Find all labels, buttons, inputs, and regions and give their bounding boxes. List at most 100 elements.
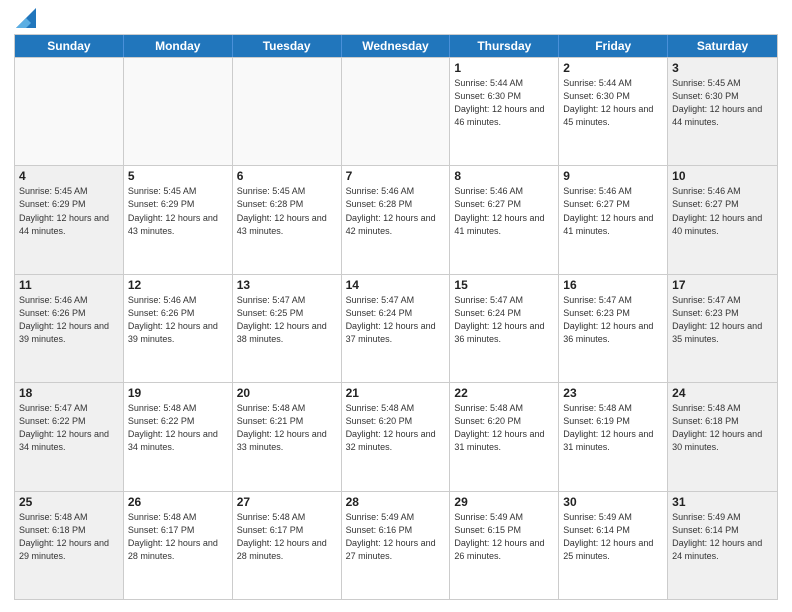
- day-number: 15: [454, 278, 554, 292]
- calendar-day-cell: 6 Sunrise: 5:45 AM Sunset: 6:28 PM Daylig…: [233, 166, 342, 273]
- calendar-day-cell: 4 Sunrise: 5:45 AM Sunset: 6:29 PM Daylig…: [15, 166, 124, 273]
- calendar-day-cell: 10 Sunrise: 5:46 AM Sunset: 6:27 PM Dayli…: [668, 166, 777, 273]
- day-number: 14: [346, 278, 446, 292]
- day-number: 1: [454, 61, 554, 75]
- day-of-week-thursday: Thursday: [450, 35, 559, 57]
- day-number: 24: [672, 386, 773, 400]
- day-number: 17: [672, 278, 773, 292]
- calendar-day-cell: 1Sunrise: 5:44 AM Sunset: 6:30 PM Daylig…: [450, 58, 559, 165]
- calendar-week-4: 18 Sunrise: 5:47 AM Sunset: 6:22 PM Dayli…: [15, 382, 777, 490]
- calendar-day-cell: [124, 58, 233, 165]
- day-number: 16: [563, 278, 663, 292]
- calendar-day-cell: 7 Sunrise: 5:46 AM Sunset: 6:28 PM Daylig…: [342, 166, 451, 273]
- day-info: Sunrise: 5:45 AM Sunset: 6:30 PM Dayligh…: [672, 77, 773, 129]
- calendar-week-1: 1Sunrise: 5:44 AM Sunset: 6:30 PM Daylig…: [15, 57, 777, 165]
- day-info: Sunrise: 5:47 AM Sunset: 6:23 PM Dayligh…: [672, 294, 773, 346]
- calendar-week-5: 25 Sunrise: 5:48 AM Sunset: 6:18 PM Dayli…: [15, 491, 777, 599]
- calendar-day-cell: 2Sunrise: 5:44 AM Sunset: 6:30 PM Daylig…: [559, 58, 668, 165]
- calendar-day-cell: 8Sunrise: 5:46 AM Sunset: 6:27 PM Daylig…: [450, 166, 559, 273]
- day-of-week-wednesday: Wednesday: [342, 35, 451, 57]
- calendar-day-cell: 16 Sunrise: 5:47 AM Sunset: 6:23 PM Dayli…: [559, 275, 668, 382]
- day-info: Sunrise: 5:47 AM Sunset: 6:23 PM Dayligh…: [563, 294, 663, 346]
- day-info: Sunrise: 5:45 AM Sunset: 6:29 PM Dayligh…: [19, 185, 119, 237]
- calendar-day-cell: 29 Sunrise: 5:49 AM Sunset: 6:15 PM Dayli…: [450, 492, 559, 599]
- calendar-day-cell: 19 Sunrise: 5:48 AM Sunset: 6:22 PM Dayli…: [124, 383, 233, 490]
- calendar-day-cell: 9 Sunrise: 5:46 AM Sunset: 6:27 PM Daylig…: [559, 166, 668, 273]
- day-info: Sunrise: 5:45 AM Sunset: 6:28 PM Dayligh…: [237, 185, 337, 237]
- day-number: 11: [19, 278, 119, 292]
- calendar-day-cell: 22 Sunrise: 5:48 AM Sunset: 6:20 PM Dayli…: [450, 383, 559, 490]
- day-number: 7: [346, 169, 446, 183]
- day-info: Sunrise: 5:48 AM Sunset: 6:19 PM Dayligh…: [563, 402, 663, 454]
- day-number: 20: [237, 386, 337, 400]
- calendar-day-cell: [342, 58, 451, 165]
- day-number: 2: [563, 61, 663, 75]
- calendar-week-2: 4 Sunrise: 5:45 AM Sunset: 6:29 PM Daylig…: [15, 165, 777, 273]
- calendar-day-cell: 18 Sunrise: 5:47 AM Sunset: 6:22 PM Dayli…: [15, 383, 124, 490]
- calendar-day-cell: 11 Sunrise: 5:46 AM Sunset: 6:26 PM Dayli…: [15, 275, 124, 382]
- day-number: 22: [454, 386, 554, 400]
- day-info: Sunrise: 5:46 AM Sunset: 6:26 PM Dayligh…: [19, 294, 119, 346]
- day-of-week-tuesday: Tuesday: [233, 35, 342, 57]
- calendar-header: SundayMondayTuesdayWednesdayThursdayFrid…: [15, 35, 777, 57]
- day-info: Sunrise: 5:48 AM Sunset: 6:18 PM Dayligh…: [19, 511, 119, 563]
- calendar-day-cell: 20 Sunrise: 5:48 AM Sunset: 6:21 PM Dayli…: [233, 383, 342, 490]
- day-of-week-saturday: Saturday: [668, 35, 777, 57]
- day-number: 30: [563, 495, 663, 509]
- day-info: Sunrise: 5:48 AM Sunset: 6:20 PM Dayligh…: [454, 402, 554, 454]
- day-number: 29: [454, 495, 554, 509]
- day-info: Sunrise: 5:46 AM Sunset: 6:27 PM Dayligh…: [454, 185, 554, 237]
- calendar-day-cell: 24 Sunrise: 5:48 AM Sunset: 6:18 PM Dayli…: [668, 383, 777, 490]
- day-number: 10: [672, 169, 773, 183]
- day-number: 3: [672, 61, 773, 75]
- day-number: 12: [128, 278, 228, 292]
- calendar-day-cell: [15, 58, 124, 165]
- day-info: Sunrise: 5:47 AM Sunset: 6:24 PM Dayligh…: [454, 294, 554, 346]
- day-of-week-sunday: Sunday: [15, 35, 124, 57]
- calendar-day-cell: 17 Sunrise: 5:47 AM Sunset: 6:23 PM Dayli…: [668, 275, 777, 382]
- calendar-day-cell: 5 Sunrise: 5:45 AM Sunset: 6:29 PM Daylig…: [124, 166, 233, 273]
- day-number: 19: [128, 386, 228, 400]
- day-info: Sunrise: 5:47 AM Sunset: 6:24 PM Dayligh…: [346, 294, 446, 346]
- calendar-day-cell: [233, 58, 342, 165]
- calendar-week-3: 11 Sunrise: 5:46 AM Sunset: 6:26 PM Dayli…: [15, 274, 777, 382]
- day-info: Sunrise: 5:49 AM Sunset: 6:15 PM Dayligh…: [454, 511, 554, 563]
- day-number: 4: [19, 169, 119, 183]
- calendar-day-cell: 13 Sunrise: 5:47 AM Sunset: 6:25 PM Dayli…: [233, 275, 342, 382]
- day-number: 31: [672, 495, 773, 509]
- logo-text: [14, 10, 36, 28]
- calendar-day-cell: 25 Sunrise: 5:48 AM Sunset: 6:18 PM Dayli…: [15, 492, 124, 599]
- day-info: Sunrise: 5:46 AM Sunset: 6:27 PM Dayligh…: [563, 185, 663, 237]
- day-info: Sunrise: 5:45 AM Sunset: 6:29 PM Dayligh…: [128, 185, 228, 237]
- day-number: 5: [128, 169, 228, 183]
- day-number: 6: [237, 169, 337, 183]
- calendar-day-cell: 21Sunrise: 5:48 AM Sunset: 6:20 PM Dayli…: [342, 383, 451, 490]
- day-info: Sunrise: 5:47 AM Sunset: 6:25 PM Dayligh…: [237, 294, 337, 346]
- day-number: 25: [19, 495, 119, 509]
- calendar-day-cell: 12Sunrise: 5:46 AM Sunset: 6:26 PM Dayli…: [124, 275, 233, 382]
- day-info: Sunrise: 5:48 AM Sunset: 6:21 PM Dayligh…: [237, 402, 337, 454]
- day-number: 28: [346, 495, 446, 509]
- day-info: Sunrise: 5:46 AM Sunset: 6:27 PM Dayligh…: [672, 185, 773, 237]
- day-info: Sunrise: 5:49 AM Sunset: 6:14 PM Dayligh…: [563, 511, 663, 563]
- day-info: Sunrise: 5:48 AM Sunset: 6:22 PM Dayligh…: [128, 402, 228, 454]
- calendar-day-cell: 28 Sunrise: 5:49 AM Sunset: 6:16 PM Dayli…: [342, 492, 451, 599]
- calendar-day-cell: 15 Sunrise: 5:47 AM Sunset: 6:24 PM Dayli…: [450, 275, 559, 382]
- calendar-body: 1Sunrise: 5:44 AM Sunset: 6:30 PM Daylig…: [15, 57, 777, 599]
- day-number: 18: [19, 386, 119, 400]
- day-info: Sunrise: 5:47 AM Sunset: 6:22 PM Dayligh…: [19, 402, 119, 454]
- day-number: 27: [237, 495, 337, 509]
- day-info: Sunrise: 5:48 AM Sunset: 6:20 PM Dayligh…: [346, 402, 446, 454]
- day-of-week-friday: Friday: [559, 35, 668, 57]
- calendar-day-cell: 23 Sunrise: 5:48 AM Sunset: 6:19 PM Dayli…: [559, 383, 668, 490]
- day-number: 23: [563, 386, 663, 400]
- day-info: Sunrise: 5:49 AM Sunset: 6:16 PM Dayligh…: [346, 511, 446, 563]
- page: SundayMondayTuesdayWednesdayThursdayFrid…: [0, 0, 792, 612]
- day-info: Sunrise: 5:46 AM Sunset: 6:28 PM Dayligh…: [346, 185, 446, 237]
- day-number: 13: [237, 278, 337, 292]
- day-info: Sunrise: 5:48 AM Sunset: 6:18 PM Dayligh…: [672, 402, 773, 454]
- header: [14, 10, 778, 28]
- day-number: 9: [563, 169, 663, 183]
- day-of-week-monday: Monday: [124, 35, 233, 57]
- calendar-day-cell: 27Sunrise: 5:48 AM Sunset: 6:17 PM Dayli…: [233, 492, 342, 599]
